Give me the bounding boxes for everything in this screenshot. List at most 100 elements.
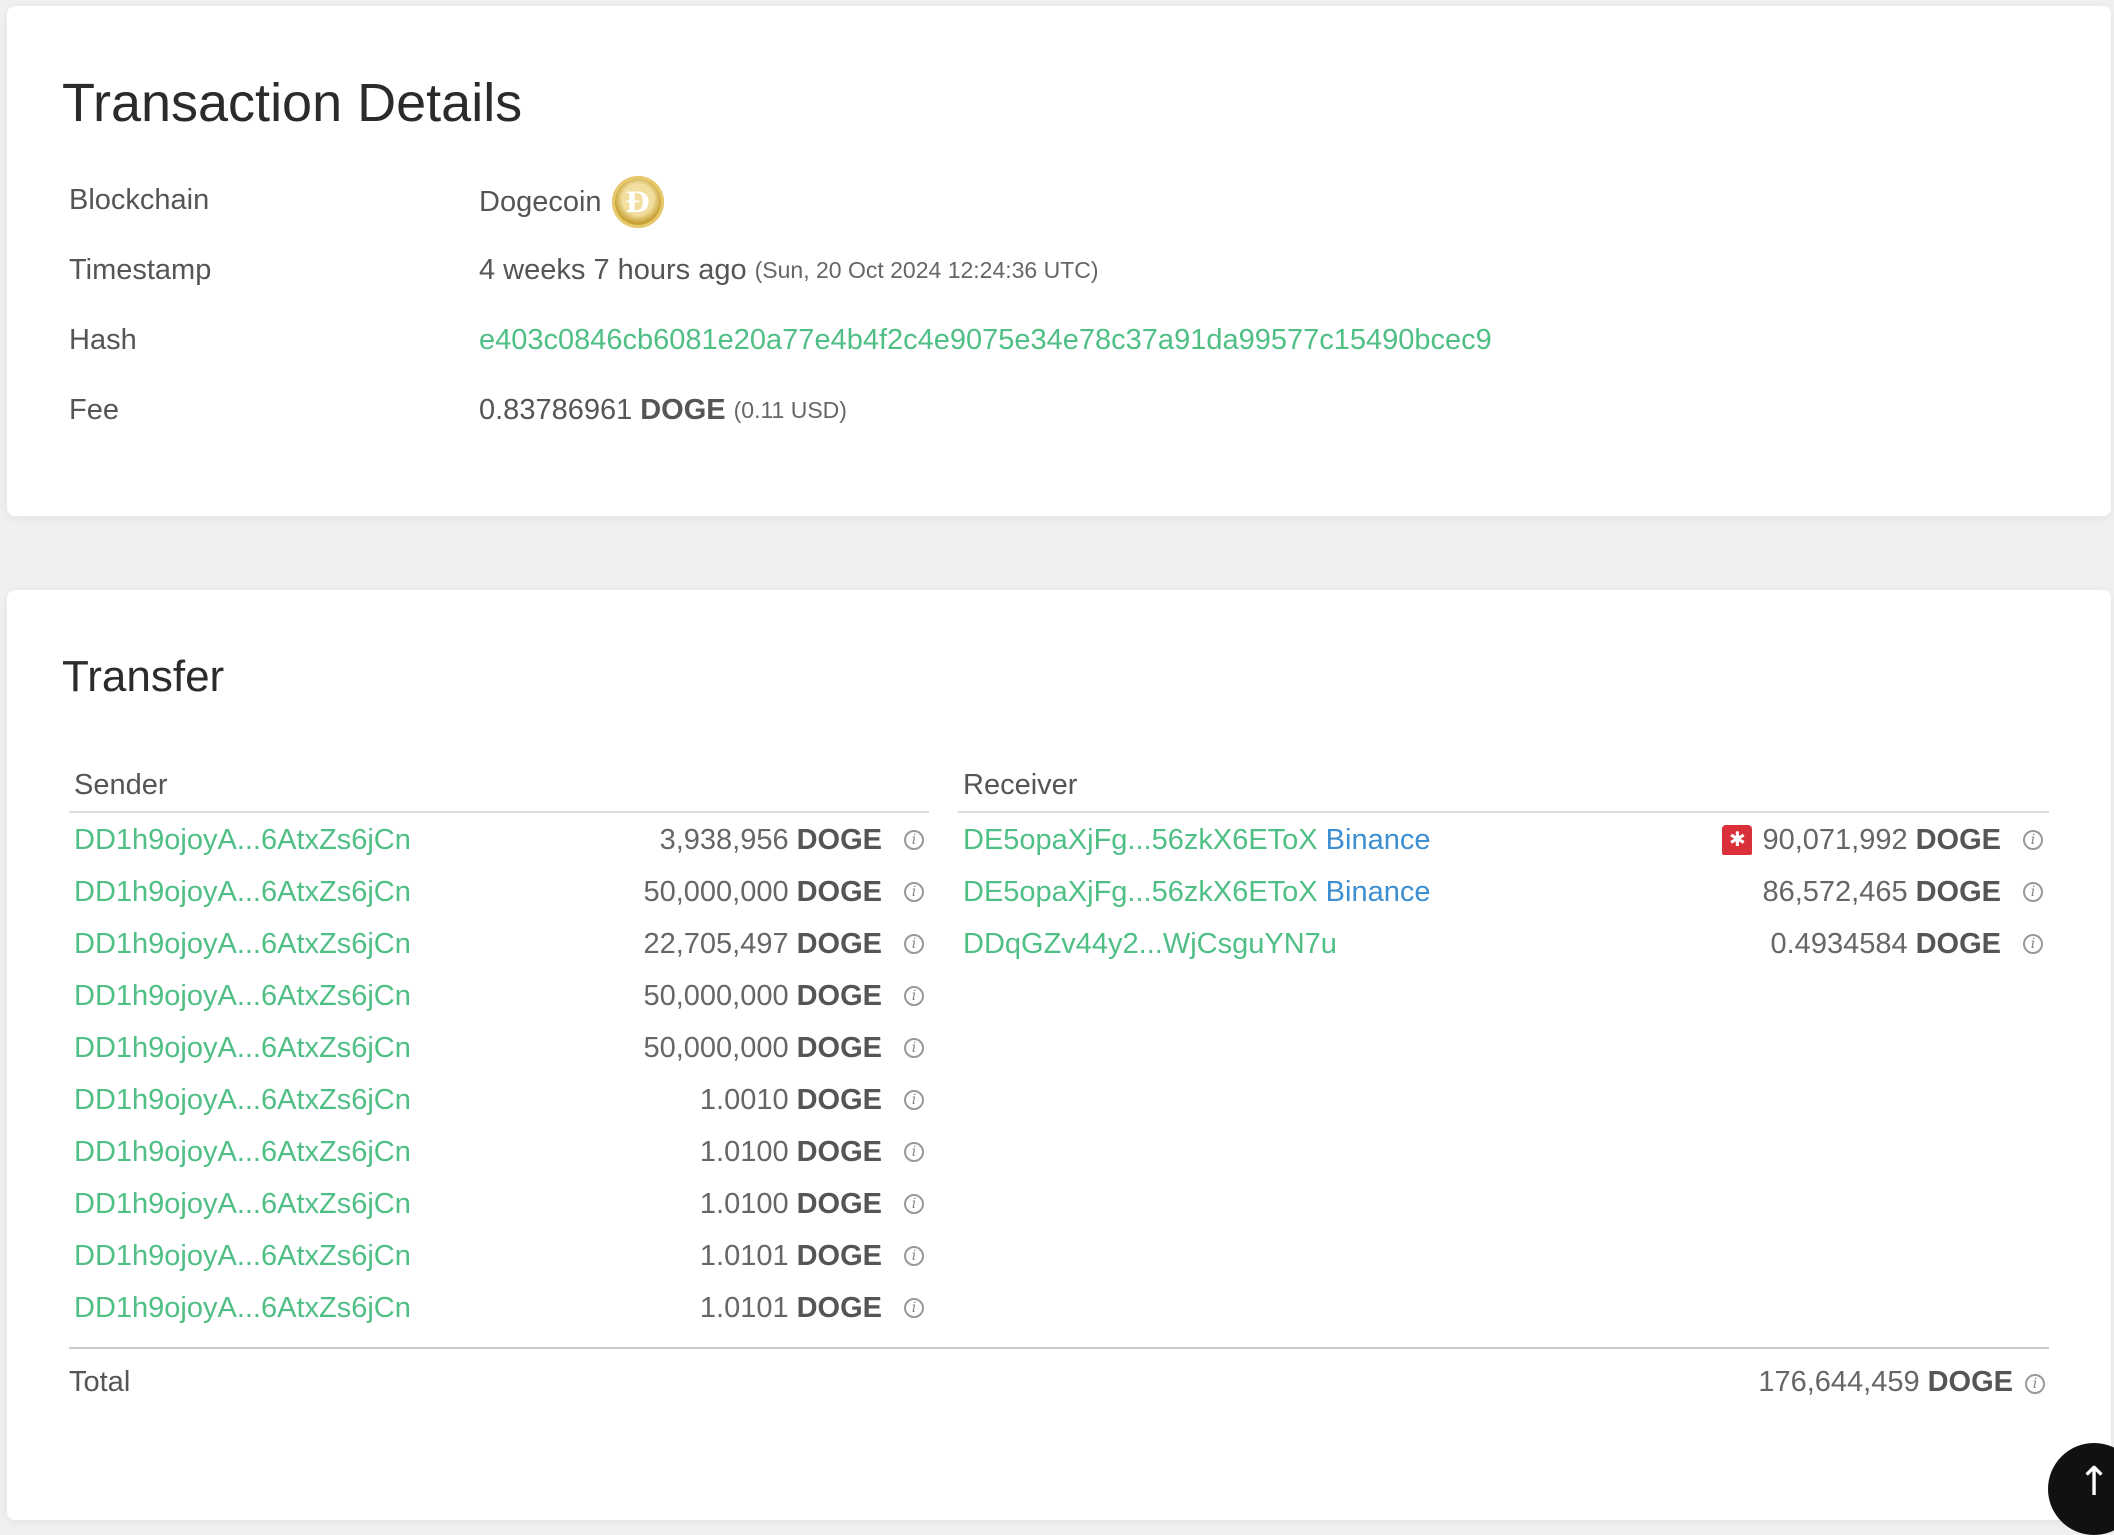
sender-address-link[interactable]: DD1h9ojoyA...6AtxZs6jCn [74,1240,411,1273]
sender-amount: 1.0010 DOGE [700,1084,882,1117]
info-icon[interactable]: i [904,830,924,850]
timestamp-relative: 4 weeks 7 hours ago [479,254,747,286]
info-icon[interactable]: i [2023,934,2043,954]
sender-header: Sender [74,769,168,801]
amount-value: 1.0101 [699,1239,789,1272]
amount-value: 50,000,000 [643,1031,789,1064]
fee-amount: 0.83786961 [479,394,633,426]
receiver-amount: 90,071,992DOGE [1722,824,2001,857]
amount-unit: DOGE [796,1239,882,1272]
info-icon[interactable]: i [904,1038,924,1058]
sender-amount: 50,000,000 DOGE [643,980,882,1013]
amount-unit: DOGE [796,823,882,856]
amount-value: 1.0010 [699,1083,789,1116]
total-unit: DOGE [1927,1366,2013,1398]
transfer-title: Transfer [62,652,225,701]
sender-amount: 3,938,956 DOGE [660,824,882,857]
hash-link[interactable]: e403c0846cb6081e20a77e4b4f2c4e9075e34e78… [479,324,1492,357]
receiver-header: Receiver [963,769,1078,801]
exchange-tag-link[interactable]: Binance [1326,876,1431,909]
sender-amount: 22,705,497 DOGE [643,928,882,961]
receiver-row: DDqGZv44y2...WjCsguYN7u 0.4934584 DOGE i [963,924,2043,964]
sender-row: DD1h9ojoyA...6AtxZs6jCn 1.0101 DOGE i [74,1236,924,1276]
info-icon[interactable]: i [904,1142,924,1162]
total-value: 176,644,459 DOGE i [1758,1366,2045,1399]
fee-label: Fee [69,394,119,426]
timestamp-absolute: (Sun, 20 Oct 2024 12:24:36 UTC) [754,257,1099,283]
blockchain-name: Dogecoin [479,185,602,218]
receiver-address-link[interactable]: DE5opaXjFg...56zkX6EToX [963,824,1318,857]
timestamp-value: 4 weeks 7 hours ago (Sun, 20 Oct 2024 12… [479,254,1099,287]
info-icon[interactable]: i [904,1246,924,1266]
receiver-amount: 86,572,465 DOGE [1762,876,2001,909]
sender-address-link[interactable]: DD1h9ojoyA...6AtxZs6jCn [74,1084,411,1117]
sender-address-link[interactable]: DD1h9ojoyA...6AtxZs6jCn [74,1292,411,1325]
receiver-row: DE5opaXjFg...56zkX6EToX Binance 86,572,465… [963,872,2043,912]
info-icon[interactable]: i [2023,830,2043,850]
amount-value: 1.0101 [699,1291,789,1324]
sender-divider [69,811,929,813]
receiver-divider [958,811,2049,813]
amount-unit: DOGE [796,1135,882,1168]
amount-unit: DOGE [796,1291,882,1324]
sender-address-link[interactable]: DD1h9ojoyA...6AtxZs6jCn [74,1032,411,1065]
sender-address-link[interactable]: DD1h9ojoyA...6AtxZs6jCn [74,876,411,909]
exchange-tag-link[interactable]: Binance [1326,824,1431,857]
info-icon[interactable]: i [904,934,924,954]
sender-amount: 1.0100 DOGE [700,1188,882,1221]
page-title: Transaction Details [62,73,523,133]
receiver-amount: 0.4934584 DOGE [1771,928,2002,961]
total-amount: 176,644,459 [1758,1366,1920,1398]
sender-row: DD1h9ojoyA...6AtxZs6jCn 1.0100 DOGE i [74,1184,924,1224]
amount-unit: DOGE [796,1083,882,1116]
amount-value: 22,705,497 [643,927,789,960]
amount-value: 3,938,956 [659,823,789,856]
total-label: Total [69,1366,131,1398]
sender-row: DD1h9ojoyA...6AtxZs6jCn 22,705,497 DOGE i [74,924,924,964]
dogecoin-coin-icon: Ð [611,176,664,228]
fee-usd: (0.11 USD) [733,397,847,423]
sender-row: DD1h9ojoyA...6AtxZs6jCn 3,938,956 DOGE i [74,820,924,860]
sender-address-link[interactable]: DD1h9ojoyA...6AtxZs6jCn [74,824,411,857]
sender-address-link[interactable]: DD1h9ojoyA...6AtxZs6jCn [74,980,411,1013]
amount-unit: DOGE [796,979,882,1012]
blockchain-label: Blockchain [69,184,210,216]
amount-value: 50,000,000 [643,979,789,1012]
info-icon[interactable]: i [2025,1374,2045,1394]
fee-unit: DOGE [640,394,726,426]
info-icon[interactable]: i [904,1090,924,1110]
blockchain-value: Dogecoin Ð [479,176,664,228]
timestamp-label: Timestamp [69,254,212,286]
amount-unit: DOGE [1915,875,2001,908]
sender-amount: 1.0100 DOGE [700,1136,882,1169]
amount-unit: DOGE [796,875,882,908]
sender-amount: 50,000,000 DOGE [643,876,882,909]
sender-amount: 1.0101 DOGE [700,1292,882,1325]
receiver-address-link[interactable]: DDqGZv44y2...WjCsguYN7u [963,928,1337,961]
siren-alert-icon [1722,825,1753,855]
sender-row: DD1h9ojoyA...6AtxZs6jCn 50,000,000 DOGE i [74,1028,924,1068]
info-icon[interactable]: i [904,1298,924,1318]
info-icon[interactable]: i [904,882,924,902]
amount-unit: DOGE [796,1187,882,1220]
info-icon[interactable]: i [904,1194,924,1214]
hash-label: Hash [69,324,137,356]
amount-unit: DOGE [1915,927,2001,960]
sender-row: DD1h9ojoyA...6AtxZs6jCn 50,000,000 DOGE i [74,976,924,1016]
sender-row: DD1h9ojoyA...6AtxZs6jCn 50,000,000 DOGE i [74,872,924,912]
info-icon[interactable]: i [904,986,924,1006]
fee-value: 0.83786961 DOGE (0.11 USD) [479,394,847,427]
amount-unit: DOGE [796,927,882,960]
sender-address-link[interactable]: DD1h9ojoyA...6AtxZs6jCn [74,1188,411,1221]
receiver-address-link[interactable]: DE5opaXjFg...56zkX6EToX [963,876,1318,909]
total-divider [69,1347,2049,1349]
sender-row: DD1h9ojoyA...6AtxZs6jCn 1.0101 DOGE i [74,1288,924,1328]
info-icon[interactable]: i [2023,882,2043,902]
amount-value: 90,071,992 [1762,823,1908,856]
arrow-up-icon: ↑ [2077,1459,2111,1505]
sender-address-link[interactable]: DD1h9ojoyA...6AtxZs6jCn [74,928,411,961]
sender-address-link[interactable]: DD1h9ojoyA...6AtxZs6jCn [74,1136,411,1169]
amount-value: 0.4934584 [1770,927,1908,960]
receiver-row: DE5opaXjFg...56zkX6EToXBinance 90,071,992… [963,820,2043,860]
amount-unit: DOGE [1915,823,2001,856]
